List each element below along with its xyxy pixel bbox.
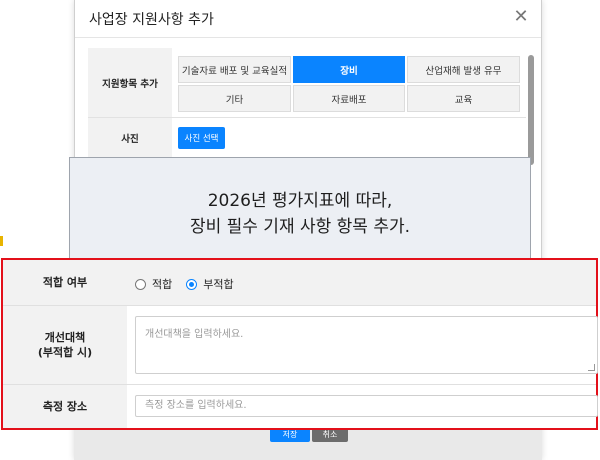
option-material-distribution[interactable]: 자료배포 bbox=[293, 85, 405, 112]
suitability-row: 적합 여부 적합 부적합 bbox=[3, 260, 596, 306]
modal-footer: 저장 취소 bbox=[74, 430, 542, 460]
option-equipment[interactable]: 장비 bbox=[293, 56, 405, 83]
close-icon[interactable]: ✕ bbox=[511, 7, 531, 27]
option-tech-education[interactable]: 기술자료 배포 및 교육실적 bbox=[178, 56, 291, 83]
annotation-line-1: 2026년 평가지표에 따라, bbox=[207, 190, 393, 211]
support-items-row: 지원항목 추가 기술자료 배포 및 교육실적 장비 산업재해 발생 유무 기타 … bbox=[88, 48, 526, 118]
option-other[interactable]: 기타 bbox=[178, 85, 291, 112]
annotation-callout: 2026년 평가지표에 따라, 장비 필수 기재 사항 항목 추가. bbox=[69, 157, 531, 270]
radio-unsuitable[interactable] bbox=[186, 278, 198, 290]
radio-suitable[interactable] bbox=[135, 278, 146, 290]
improvement-label: 개선대책 (부적합 시) bbox=[3, 306, 127, 384]
resize-grip-icon[interactable] bbox=[588, 364, 595, 371]
support-form: 지원항목 추가 기술자료 배포 및 교육실적 장비 산업재해 발생 유무 기타 … bbox=[88, 48, 526, 158]
support-items-label: 지원항목 추가 bbox=[88, 48, 172, 117]
improvement-label-line-2: (부적합 시) bbox=[37, 346, 93, 359]
photo-row: 사진 사진 선택 bbox=[88, 118, 526, 158]
location-input[interactable]: 측정 장소를 입력하세요. bbox=[135, 395, 598, 417]
modal-header: 사업장 지원사항 추가 ✕ bbox=[75, 0, 541, 38]
location-placeholder: 측정 장소를 입력하세요. bbox=[145, 400, 247, 411]
improvement-row: 개선대책 (부적합 시) 개선대책을 입력하세요. bbox=[3, 306, 598, 385]
background-accent bbox=[0, 236, 3, 246]
suitability-label: 적합 여부 bbox=[3, 260, 127, 305]
option-education[interactable]: 교육 bbox=[407, 85, 520, 112]
radio-suitable-label[interactable]: 적합 bbox=[152, 276, 172, 292]
radio-unsuitable-label[interactable]: 부적합 bbox=[203, 276, 233, 292]
modal-title: 사업장 지원사항 추가 bbox=[89, 12, 214, 28]
suitability-content: 적합 부적합 bbox=[127, 260, 596, 305]
improvement-placeholder: 개선대책을 입력하세요. bbox=[145, 329, 244, 340]
improvement-textarea[interactable]: 개선대책을 입력하세요. bbox=[135, 316, 598, 374]
improvement-content: 개선대책을 입력하세요. bbox=[127, 306, 598, 384]
cancel-button[interactable]: 취소 bbox=[312, 430, 348, 442]
highlighted-fields: 적합 여부 적합 부적합 개선대책 (부적합 시) 개선대책을 입력하세요. 측… bbox=[1, 258, 598, 430]
modal-scrollbar[interactable] bbox=[528, 55, 534, 165]
support-items-options: 기술자료 배포 및 교육실적 장비 산업재해 발생 유무 기타 자료배포 교육 bbox=[178, 56, 520, 112]
option-industrial-accident[interactable]: 산업재해 발생 유무 bbox=[407, 56, 520, 83]
photo-label: 사진 bbox=[88, 118, 172, 157]
save-button[interactable]: 저장 bbox=[270, 430, 310, 442]
suitability-radio-group: 적합 부적합 bbox=[135, 276, 248, 292]
location-row: 측정 장소 측정 장소를 입력하세요. bbox=[3, 385, 598, 428]
select-photo-button[interactable]: 사진 선택 bbox=[178, 127, 225, 149]
location-content: 측정 장소를 입력하세요. bbox=[127, 385, 598, 428]
improvement-label-line-1: 개선대책 bbox=[44, 331, 86, 344]
location-label: 측정 장소 bbox=[3, 385, 127, 428]
annotation-line-2: 장비 필수 기재 사항 항목 추가. bbox=[189, 216, 411, 237]
